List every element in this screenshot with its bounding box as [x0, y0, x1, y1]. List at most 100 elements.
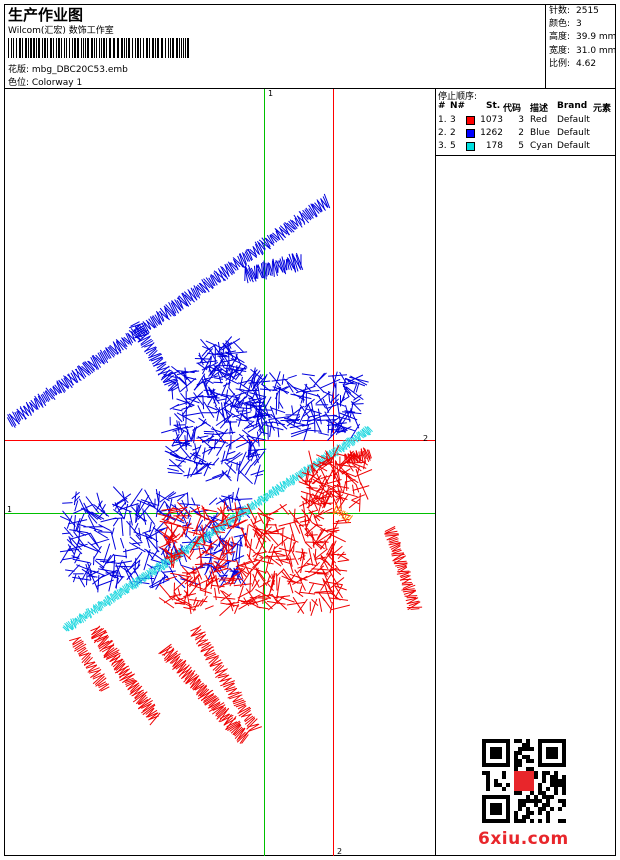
barcode-bar — [77, 38, 79, 58]
qr-module — [562, 787, 566, 791]
qr-module — [546, 795, 550, 799]
qr-module — [486, 775, 490, 779]
barcode-bar — [176, 38, 178, 58]
qr-module — [562, 779, 566, 783]
design-file-label: 花版: mbg_DBC20C53.emb — [8, 65, 128, 75]
barcode-bar — [140, 38, 141, 58]
qr-module — [530, 747, 534, 751]
barcode-bar — [165, 38, 166, 58]
qr-module — [538, 807, 542, 811]
qr-module — [530, 791, 534, 795]
barcode-bar — [19, 38, 21, 58]
thread-swatch — [466, 116, 475, 125]
qr-module — [486, 771, 490, 775]
horse-hindleg-b-stitches — [158, 643, 250, 744]
qr-module — [546, 819, 550, 823]
company-label: Wilcom(汇宏) 数饰工作室 — [8, 26, 114, 36]
barcode-bar — [103, 38, 105, 58]
barcode-bar — [25, 38, 27, 58]
barcode-bar — [53, 38, 54, 58]
barcode-bar — [91, 38, 93, 58]
qr-module — [526, 747, 530, 751]
qr-code — [482, 739, 566, 823]
qr-module — [534, 771, 538, 775]
rider-arm-stitches — [128, 321, 179, 392]
barcode-bar — [13, 38, 14, 58]
thread-row[interactable]: 1. 3 1073 3 Red Default — [436, 115, 616, 127]
qr-module — [554, 787, 558, 791]
barcode-bar — [61, 38, 62, 58]
qr-module — [530, 767, 534, 771]
qr-module — [546, 771, 550, 775]
barcode-bar — [81, 38, 82, 58]
colorway-label: 色位: Colorway 1 — [8, 78, 83, 88]
col-header-code: 代码 — [503, 104, 522, 114]
barcode-bar — [106, 38, 107, 58]
thread-row[interactable]: 3. 5 178 5 Cyan Default — [436, 141, 616, 153]
qr-module — [518, 739, 522, 743]
qr-module — [518, 791, 522, 795]
barcode-bar — [170, 38, 171, 58]
barcode-bar — [85, 38, 86, 58]
barcode-bar — [181, 38, 182, 58]
qr-module — [514, 815, 518, 819]
qr-module — [526, 739, 530, 743]
horse-foreleg-stitches — [384, 525, 423, 611]
qr-module — [542, 795, 546, 799]
barcode-bar — [143, 38, 144, 58]
qr-module — [514, 751, 518, 755]
qr-module — [542, 791, 546, 795]
qr-module — [554, 779, 558, 783]
barcode-bar — [33, 38, 35, 58]
horse-head-stitches — [242, 368, 369, 441]
qr-module — [542, 775, 546, 779]
qr-module — [486, 787, 490, 791]
qr-module — [554, 775, 558, 779]
qr-module — [542, 803, 546, 807]
qr-module — [526, 795, 530, 799]
qr-module — [514, 739, 518, 743]
qr-module — [526, 815, 530, 819]
barcode-bar — [117, 38, 119, 58]
qr-module — [518, 747, 522, 751]
qr-module — [482, 771, 486, 775]
barcode — [8, 38, 189, 58]
qr-module — [538, 811, 542, 815]
barcode-bar — [155, 38, 156, 58]
rider-leg-stitches — [59, 486, 253, 593]
site-logo: 6xiu.com — [478, 829, 569, 849]
barcode-bar — [83, 38, 84, 58]
qr-module — [530, 759, 534, 763]
stat-height: 高度: 39.9 mm — [549, 32, 617, 43]
qr-module — [534, 795, 538, 799]
spear-tip-stitches — [244, 252, 304, 284]
qr-module — [526, 759, 530, 763]
qr-module — [562, 775, 566, 779]
qr-module — [494, 783, 498, 787]
qr-module — [514, 763, 518, 767]
qr-module — [530, 811, 534, 815]
qr-module — [558, 807, 562, 811]
qr-module — [538, 799, 542, 803]
col-header-brand: Brand — [557, 101, 588, 111]
barcode-bar — [157, 38, 159, 58]
qr-module — [526, 755, 530, 759]
col-header-needle: N# — [450, 101, 466, 111]
design-canvas[interactable]: 1 1 2 2 — [5, 89, 435, 856]
thread-row[interactable]: 2. 2 1262 2 Blue Default — [436, 128, 616, 140]
barcode-bar — [187, 38, 189, 58]
qr-module — [518, 759, 522, 763]
qr-module — [506, 783, 510, 787]
barcode-bar — [42, 38, 43, 58]
barcode-bar — [50, 38, 52, 58]
barcode-bar — [47, 38, 48, 58]
qr-module — [522, 799, 526, 803]
qr-module — [534, 799, 538, 803]
stat-scale: 比例: 4.62 — [549, 58, 597, 69]
barcode-bar — [132, 38, 133, 58]
barcode-bar — [124, 38, 125, 58]
qr-module — [526, 799, 530, 803]
qr-module — [522, 747, 526, 751]
stat-stitches: 针数: 2515 — [549, 6, 599, 16]
qr-module — [554, 783, 558, 787]
